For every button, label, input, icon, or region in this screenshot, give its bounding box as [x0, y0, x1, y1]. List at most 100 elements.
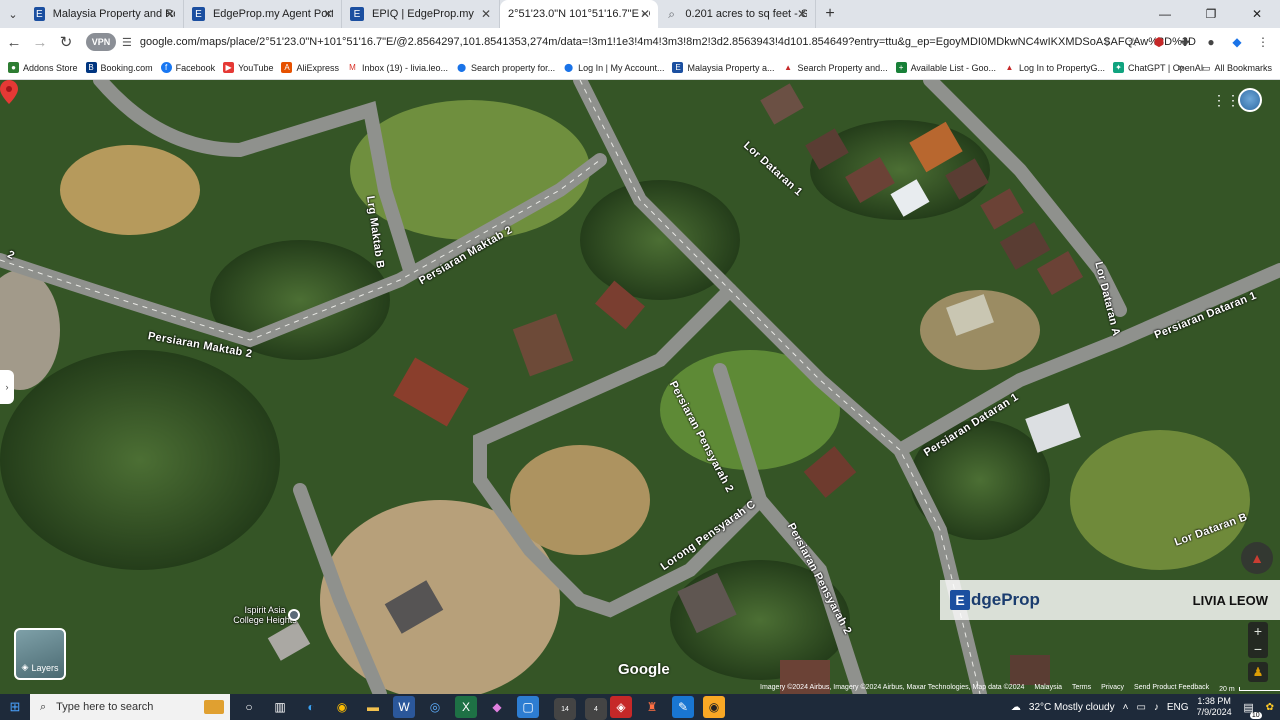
- tab-search-menu-icon[interactable]: ⌄: [0, 0, 26, 28]
- bookmark-label: YouTube: [238, 62, 274, 73]
- omnibox[interactable]: ☰ google.com/maps/place/2°51'23.0"N+101°…: [122, 30, 1196, 54]
- weather-text[interactable]: 32°C Mostly cloudy: [1029, 702, 1115, 713]
- terms-link[interactable]: Terms: [1072, 684, 1091, 694]
- bookmark-item[interactable]: ⬤ Search property for...: [456, 62, 555, 73]
- url-text[interactable]: google.com/maps/place/2°51'23.0"N+101°51…: [140, 36, 1196, 48]
- tab-acres-search[interactable]: ⌕ 0.201 acres to sq feet - Search ✕: [658, 0, 816, 28]
- site-info-icon[interactable]: ☰: [122, 36, 132, 49]
- app-icon[interactable]: ▢: [517, 696, 539, 718]
- menu-kebab-icon[interactable]: ⋮: [1252, 31, 1274, 53]
- tab-epiq[interactable]: E EPIQ | EdgeProp.my ✕: [342, 0, 500, 28]
- weather-icon[interactable]: ☁: [1011, 702, 1021, 713]
- bookmark-star-icon[interactable]: ☆: [1122, 31, 1144, 53]
- whatsapp-icon[interactable]: ✆4: [579, 696, 607, 720]
- bookmark-item[interactable]: ● Addons Store: [8, 62, 78, 73]
- bookmark-item[interactable]: ▶ YouTube: [223, 62, 273, 73]
- vpn-badge[interactable]: VPN: [86, 33, 116, 51]
- app-badge-icon[interactable]: ✈14: [548, 696, 576, 720]
- tab-malaysia-property[interactable]: E Malaysia Property and Real Esta ✕: [26, 0, 184, 28]
- app-icon[interactable]: ✎: [672, 696, 694, 718]
- language-indicator[interactable]: ENG: [1167, 702, 1189, 713]
- app-icon[interactable]: ♜: [641, 696, 663, 718]
- clock[interactable]: 1:38 PM 7/9/2024: [1197, 696, 1232, 718]
- security-extension-icon[interactable]: ◆: [1226, 31, 1248, 53]
- app-icon[interactable]: ◆: [486, 696, 508, 718]
- app-icon[interactable]: ◎: [424, 696, 446, 718]
- system-tray: ☁ 32°C Mostly cloudy ˄ ▭ ♪ ENG 1:38 PM 7…: [1011, 694, 1274, 720]
- zoom-out-icon[interactable]: −: [1254, 641, 1262, 657]
- tab-agent-portal[interactable]: E EdgeProp.my Agent Portal ✕: [184, 0, 342, 28]
- bookmark-item[interactable]: B Booking.com: [85, 62, 153, 73]
- word-icon[interactable]: W: [393, 696, 415, 718]
- bookmark-favicon: ●: [8, 62, 19, 73]
- profile-icon[interactable]: ●: [1200, 31, 1222, 53]
- taskbar-search[interactable]: ⌕ Type here to search: [30, 694, 230, 720]
- copilot-icon[interactable]: ✿: [1266, 702, 1274, 713]
- chrome-icon[interactable]: ◉: [331, 696, 353, 718]
- forward-icon[interactable]: →: [28, 30, 52, 54]
- region-link[interactable]: Malaysia: [1034, 684, 1062, 694]
- logo-text: dgeProp: [971, 590, 1040, 609]
- zoom-in-icon[interactable]: +: [1254, 623, 1262, 639]
- volume-icon[interactable]: ♪: [1154, 702, 1159, 713]
- back-icon[interactable]: ←: [2, 30, 26, 54]
- app-icon[interactable]: ◈: [610, 696, 632, 718]
- extensions-icon[interactable]: ✚: [1174, 31, 1196, 53]
- restore-icon[interactable]: ❐: [1188, 0, 1234, 28]
- bookmark-item[interactable]: f Facebook: [160, 62, 215, 73]
- bookmark-item[interactable]: + Available List - Goo...: [895, 62, 996, 73]
- bookmark-label: Log In to PropertyG...: [1018, 62, 1106, 73]
- edgeprop-icon: E: [34, 7, 45, 21]
- satellite-map[interactable]: Lrg Maktab B Persiaran Maktab 2 Persiara…: [0, 80, 1280, 694]
- close-window-icon[interactable]: ✕: [1234, 0, 1280, 28]
- file-explorer-icon[interactable]: ▬: [362, 696, 384, 718]
- adblock-extension-icon[interactable]: ⬢: [1148, 31, 1170, 53]
- close-icon[interactable]: ✕: [323, 7, 333, 21]
- windows-start-icon[interactable]: ⊞: [0, 694, 30, 720]
- cortana-icon[interactable]: ○: [238, 696, 260, 718]
- street-view-pegman-icon[interactable]: ♟: [1248, 662, 1268, 682]
- excel-icon[interactable]: X: [455, 696, 477, 718]
- app-icon[interactable]: ◉: [703, 696, 725, 718]
- bookmark-item[interactable]: ▲ Log In to PropertyG...: [1003, 62, 1106, 73]
- install-app-icon[interactable]: ⇩: [1096, 31, 1118, 53]
- tray-overflow-icon[interactable]: ˄: [1123, 702, 1129, 713]
- reload-icon[interactable]: ↻: [54, 30, 78, 54]
- tab-title: EdgeProp.my Agent Portal: [212, 8, 333, 20]
- minimize-icon[interactable]: —: [1142, 0, 1188, 28]
- new-tab-button[interactable]: +: [816, 5, 844, 23]
- feedback-link[interactable]: Send Product Feedback: [1134, 684, 1209, 694]
- all-bookmarks-button[interactable]: ▭ All Bookmarks: [1202, 56, 1272, 80]
- all-bookmarks-label: All Bookmarks: [1214, 63, 1272, 73]
- close-icon[interactable]: ✕: [481, 7, 491, 21]
- bookmark-label: Addons Store: [23, 62, 78, 73]
- layers-button[interactable]: ◈ Layers: [14, 628, 66, 680]
- collapse-side-panel-button[interactable]: ›: [0, 370, 14, 404]
- edge-browser-icon[interactable]: ◐: [300, 696, 322, 718]
- bookmark-item[interactable]: ⬤ Log In | My Account...: [563, 62, 664, 73]
- privacy-link[interactable]: Privacy: [1101, 684, 1124, 694]
- bookmark-item[interactable]: A AliExpress: [281, 62, 339, 73]
- poi-marker-icon[interactable]: [288, 609, 300, 621]
- scale-bar[interactable]: 20 m: [1219, 684, 1280, 694]
- bookmarks-overflow-icon[interactable]: »: [1178, 56, 1184, 80]
- network-icon[interactable]: ▭: [1136, 702, 1145, 713]
- notifications-icon[interactable]: ▤ 10: [1240, 698, 1262, 719]
- bookmark-item[interactable]: E Malaysia Property a...: [672, 62, 775, 73]
- close-icon[interactable]: ✕: [640, 7, 650, 21]
- compass-icon[interactable]: ▲: [1241, 542, 1273, 574]
- close-icon[interactable]: ✕: [797, 7, 807, 21]
- poi-label[interactable]: Ispirit Asia College Heights: [210, 605, 320, 625]
- google-apps-icon[interactable]: ⋮⋮: [1212, 92, 1240, 108]
- task-view-icon[interactable]: ▥: [269, 696, 291, 718]
- location-pin-icon[interactable]: [0, 80, 18, 104]
- edgeprop-logo: E dgeProp: [950, 590, 1040, 610]
- bookmark-item[interactable]: ▲ Search Property and...: [782, 62, 888, 73]
- tab-google-maps[interactable]: ⬤ 2°51'23.0"N 101°51'16.7"E - Go ✕: [500, 0, 658, 94]
- grass-field: [1070, 430, 1250, 570]
- logo-mark: E: [950, 590, 970, 610]
- bookmark-item[interactable]: ✦ ChatGPT | OpenAI: [1113, 62, 1203, 73]
- account-avatar[interactable]: [1238, 88, 1262, 112]
- bookmark-item[interactable]: M Inbox (19) - livia.leo...: [347, 62, 448, 73]
- close-icon[interactable]: ✕: [165, 7, 175, 21]
